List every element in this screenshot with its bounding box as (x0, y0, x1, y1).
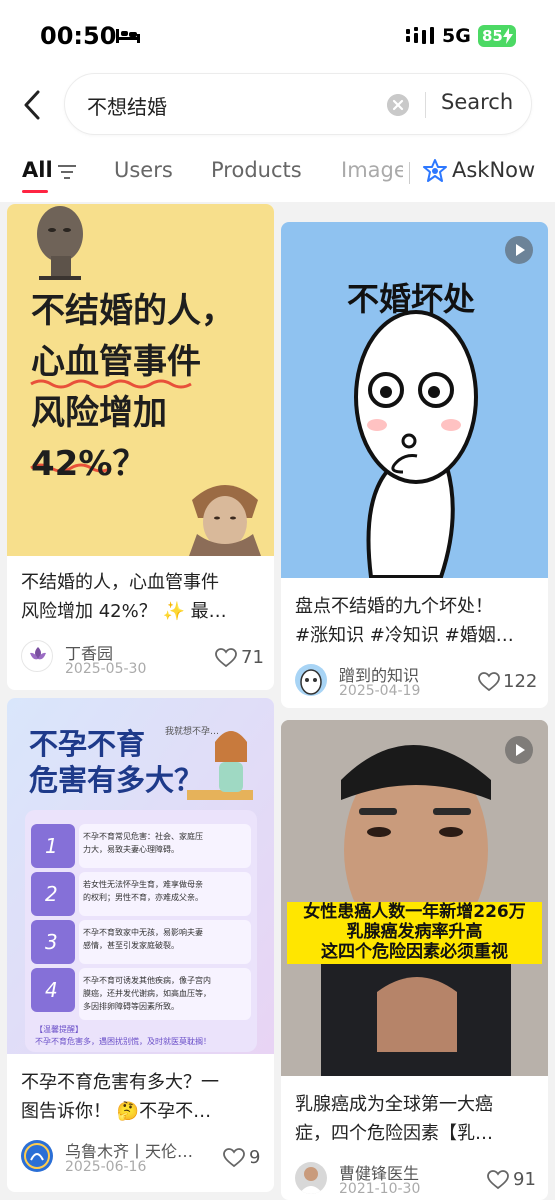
post-date: 2025-04-19 (339, 683, 421, 699)
note-title-line: 图告诉你！ 🤔不孕不… (21, 1101, 212, 1122)
search-input[interactable]: 不想结婚 Search (64, 73, 532, 135)
filter-tabs: All Users Products Images AskNow (0, 140, 555, 202)
avatar[interactable] (21, 1140, 53, 1172)
heart-icon[interactable] (478, 672, 500, 692)
avatar[interactable] (21, 640, 53, 672)
hospital-logo-icon (24, 1143, 50, 1169)
tab-asknow[interactable]: AskNow (452, 158, 535, 182)
note-title-line: 不结婚的人，心血管事件 (21, 572, 219, 593)
back-icon[interactable] (20, 88, 46, 122)
battery-level: 85 (482, 27, 503, 45)
item-text-line: 若女性无法怀孕生育，难享做母亲 (83, 880, 203, 889)
note-cover-image (281, 720, 548, 1076)
network-label: 5G (442, 25, 471, 47)
cartoon-avatar-icon (300, 669, 322, 695)
tab-active-indicator (22, 190, 48, 193)
item-number: 4 (45, 978, 58, 1002)
cover-caption: 女性患癌人数一年新增226万 乳腺癌发病率升高 这四个危险因素必须重视 (289, 902, 540, 962)
search-query[interactable]: 不想结婚 (87, 91, 167, 120)
note-title-line: 不孕不育危害有多大？一 (21, 1072, 219, 1093)
tip-label: 【温馨提醒】 (35, 1025, 83, 1034)
item-text-line: 不孕不育致家中无孩，易影响夫妻 (83, 928, 203, 937)
cover-headline-line: 风险增加 (31, 393, 167, 433)
cover-headline-line: 心血管事件 (31, 342, 201, 382)
search-button[interactable]: Search (441, 90, 513, 114)
note-title-line: #涨知识 #冷知识 #婚姻… (295, 625, 514, 646)
note-card[interactable]: 女性患癌人数一年新增226万 乳腺癌发病率升高 这四个危险因素必须重视 乳腺癌成… (281, 720, 548, 1200)
status-bar: 00:50 5G 85 (0, 0, 555, 70)
signal-icon (406, 27, 434, 44)
like-count: 91 (513, 1169, 536, 1190)
cover-caption-line: 女性患癌人数一年新增226万 (303, 902, 526, 922)
like-count: 122 (503, 671, 538, 692)
cover-headline-line: 不结婚的人， (31, 291, 235, 331)
note-title-line: 盘点不结婚的九个坏处！ (295, 596, 493, 617)
search-header: 不想结婚 Search (0, 70, 555, 140)
asknow-icon[interactable] (423, 159, 447, 183)
clove-logo-icon (30, 647, 46, 660)
clear-icon[interactable] (387, 94, 409, 116)
post-date: 2025-06-16 (65, 1159, 147, 1175)
post-date: 2021-10-30 (339, 1181, 421, 1197)
battery-icon: 85 (478, 25, 516, 47)
cover-caption-line: 乳腺癌发病率升高 (346, 922, 483, 942)
item-text-line: 不孕不育可诱发其他疾病，像子宫内 (83, 976, 211, 985)
bed-icon (116, 29, 140, 43)
item-number: 2 (45, 882, 58, 906)
avatar[interactable] (295, 664, 327, 696)
item-text-line: 的权利；男性不育，亦难成父亲。 (83, 893, 203, 902)
like-count: 9 (249, 1147, 261, 1168)
note-card[interactable]: 不婚坏处 盘点不结婚的九个坏处！ #涨知识 #冷知识 #婚姻… 蹭到的知识 20… (281, 222, 548, 708)
item-text-line: 感情，甚至引发家庭破裂。 (83, 941, 179, 950)
item-text-line: 力大，易致夫妻心理障碍。 (83, 845, 179, 854)
item-text: 不孕不育致家中无孩，易影响夫妻 感情，甚至引发家庭破裂。 (83, 926, 203, 952)
note-card[interactable]: 不孕不育 危害有多大？ 我就想不孕… 1 不孕不育常见危害：社会、家庭压 力大，… (7, 698, 274, 1192)
heart-icon[interactable] (223, 1148, 245, 1168)
note-title[interactable]: 不结婚的人，心血管事件 风险增加 42%？ ✨ 最… (21, 568, 227, 626)
note-title[interactable]: 不孕不育危害有多大？一 图告诉你！ 🤔不孕不… (21, 1068, 219, 1126)
cover-caption-line: 这四个危险因素必须重视 (321, 942, 508, 962)
tip-text: 不孕不育危害多，遇困扰别慌，及时就医莫耽搁！ (35, 1037, 211, 1046)
item-text: 若女性无法怀孕生育，难享做母亲 的权利；男性不育，亦难成父亲。 (83, 878, 203, 904)
heart-icon[interactable] (487, 1170, 509, 1190)
cover-headline: 不结婚的人， 心血管事件 风险增加 42%？ (31, 286, 235, 490)
tip-box: 【温馨提醒】 不孕不育危害多，遇困扰别慌，及时就医莫耽搁！ (35, 1024, 211, 1048)
heart-icon[interactable] (215, 648, 237, 668)
post-date: 2025-05-30 (65, 661, 147, 677)
note-card[interactable]: 不结婚的人， 心血管事件 风险增加 42%？ 不结婚的人，心血管事件 风险增加 … (7, 204, 274, 690)
play-icon (505, 736, 533, 764)
cover-headline-line: 危害有多大？ (29, 763, 204, 797)
note-title-line: 风险增加 42%？ ✨ 最… (21, 601, 227, 622)
tab-products[interactable]: Products (211, 158, 302, 182)
filter-icon[interactable] (58, 164, 76, 180)
item-text-line: 膜癌，还并发代谢病，如高血压等， (83, 989, 211, 998)
avatar[interactable] (295, 1162, 327, 1194)
doctor-photo-image (281, 720, 548, 1076)
tab-separator (409, 162, 410, 184)
item-number: 3 (45, 930, 58, 954)
item-text-line: 不孕不育常见危害：社会、家庭压 (83, 832, 203, 841)
play-icon (505, 236, 533, 264)
tab-users[interactable]: Users (114, 158, 173, 182)
tab-images[interactable]: Images (341, 158, 403, 182)
cover-headline-line: 42%？ (31, 444, 147, 484)
like-count: 71 (241, 647, 264, 668)
speech-bubble: 我就想不孕… (165, 727, 220, 737)
item-text: 不孕不育可诱发其他疾病，像子宫内 膜癌，还并发代谢病，如高血压等， 多因排卵障碍… (83, 974, 211, 1013)
charging-icon (503, 28, 513, 44)
cover-headline: 不婚坏处 (347, 280, 476, 318)
note-title[interactable]: 乳腺癌成为全球第一大癌 症，四个危险因素【乳… (295, 1090, 493, 1148)
doctor-avatar-icon (299, 1167, 323, 1194)
status-time: 00:50 (40, 22, 117, 50)
tab-all[interactable]: All (22, 158, 53, 182)
item-text: 不孕不育常见危害：社会、家庭压 力大，易致夫妻心理障碍。 (83, 830, 203, 856)
note-title-line: 乳腺癌成为全球第一大癌 (295, 1094, 493, 1115)
note-title[interactable]: 盘点不结婚的九个坏处！ #涨知识 #冷知识 #婚姻… (295, 592, 514, 650)
item-number: 1 (45, 834, 58, 858)
item-text-line: 多因排卵障碍等因素所致。 (83, 1002, 179, 1011)
search-divider (425, 92, 426, 118)
note-title-line: 症，四个危险因素【乳… (295, 1123, 493, 1144)
